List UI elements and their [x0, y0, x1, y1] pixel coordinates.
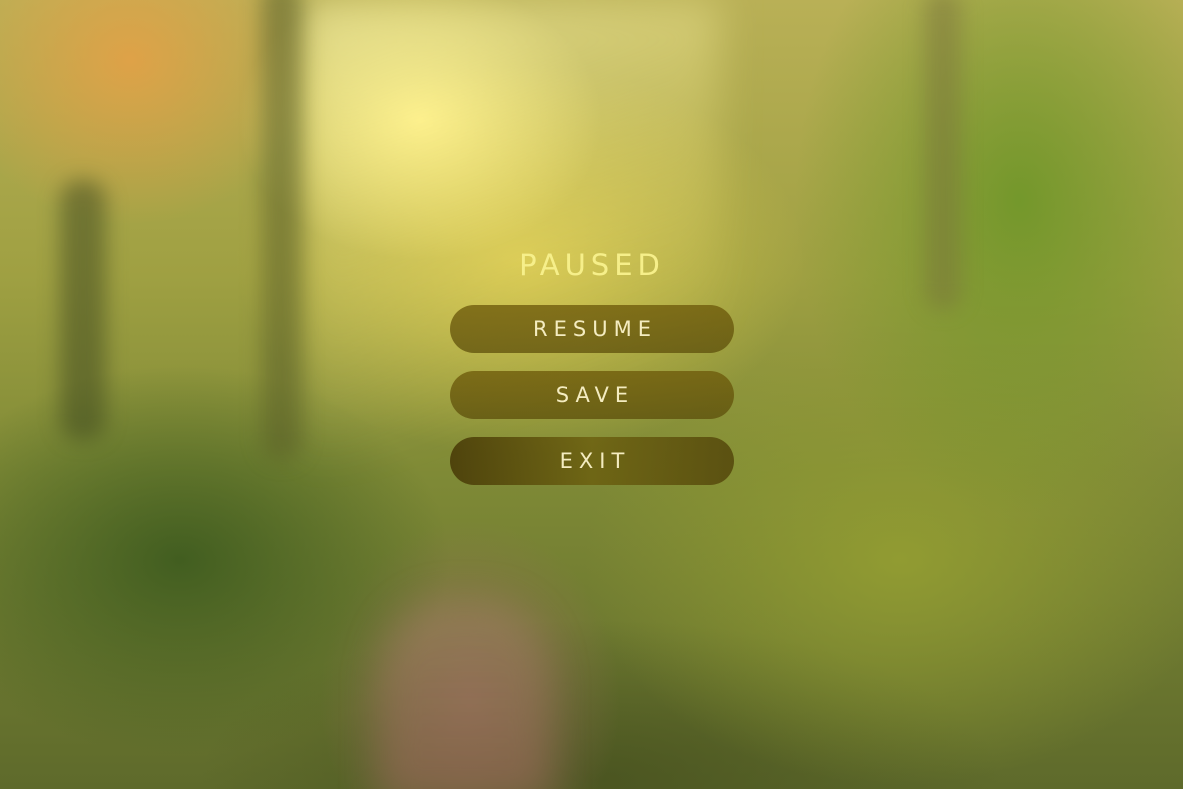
forest-path	[380, 600, 550, 789]
tree-trunk	[60, 180, 106, 440]
pause-menu: PAUSED RESUME SAVE EXIT	[450, 240, 734, 503]
exit-button[interactable]: EXIT	[450, 437, 734, 485]
tree-trunk	[925, 0, 961, 310]
game-background: PAUSED RESUME SAVE EXIT	[0, 0, 1183, 789]
save-button[interactable]: SAVE	[450, 371, 734, 419]
resume-button[interactable]: RESUME	[450, 305, 734, 353]
pause-title: PAUSED	[519, 248, 665, 282]
tree-trunk	[262, 0, 302, 460]
